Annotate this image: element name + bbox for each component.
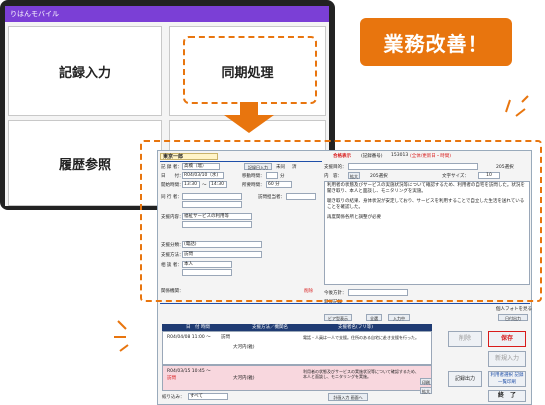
view-toggle-button[interactable]: ビア型表示 bbox=[324, 314, 352, 321]
user-select-print-button[interactable]: 利用者選択 記録一覧印刷 bbox=[488, 371, 526, 387]
section-divider bbox=[160, 303, 530, 304]
history-tile[interactable]: 履歴参照 bbox=[8, 120, 162, 206]
record-output-button[interactable]: 記録出力 bbox=[448, 371, 482, 387]
table-row[interactable]: R04/03/15 10:45 ～ 訪問 大河内(雅) 利用者の状態及びサービス… bbox=[162, 365, 432, 391]
form-highlight-dashed bbox=[140, 140, 542, 302]
table-row[interactable]: R04/04/08 11:00 ～ 訪問 大河内(雅) 電話・人員は一人で支援。… bbox=[162, 331, 432, 365]
new-input-button[interactable]: 新規入力 bbox=[488, 351, 526, 367]
emphasis-ticks-top bbox=[505, 95, 529, 117]
col-person: 支援者名(フリ等) bbox=[338, 325, 374, 330]
down-arrow-icon bbox=[224, 115, 274, 133]
row-method: 訪問 bbox=[221, 335, 230, 340]
print-button[interactable]: 印刷 bbox=[420, 378, 432, 385]
row-date: R04/04/08 11:00 ～ bbox=[167, 335, 211, 340]
col-method: 支援方法／機関名 bbox=[252, 325, 288, 330]
record-input-tile[interactable]: 記録入力 bbox=[8, 26, 162, 116]
row-date: R04/03/15 10:45 ～ bbox=[167, 369, 211, 374]
sync-highlight-dashed bbox=[183, 36, 317, 104]
row-note: 利用者の状態及びサービスの実施状況等について確認するため、本人と面談し、モニタリ… bbox=[303, 369, 419, 379]
filter-select[interactable]: すべて bbox=[188, 393, 228, 400]
finish-button[interactable]: 終 了 bbox=[488, 390, 526, 402]
photo-link[interactable]: 個人フォトを見る bbox=[496, 306, 532, 312]
filter-label: 絞り込み： bbox=[162, 395, 185, 400]
row-person: 大河内(雅) bbox=[233, 376, 255, 381]
emphasis-ticks-bottom bbox=[114, 320, 129, 352]
history-table-header: 日 付 時間 支援方法／機関名 支援者名(フリ等) bbox=[162, 324, 432, 331]
in-progress-button[interactable]: 入力中 bbox=[388, 314, 410, 321]
improvement-banner: 業務改善！ bbox=[360, 18, 512, 66]
row-note: 電話・人員は一人で支援。住所のある自宅に赴き支援を行った。 bbox=[303, 335, 419, 340]
select-all-button[interactable]: 全選 bbox=[366, 314, 382, 321]
enlarge-button[interactable]: 拡大 bbox=[420, 387, 432, 394]
row-method: 訪問 bbox=[167, 376, 176, 381]
delete-button[interactable]: 削除 bbox=[448, 331, 482, 347]
row-person: 大河内(雅) bbox=[233, 345, 255, 350]
date-output-button[interactable]: 日付出力 bbox=[498, 314, 528, 321]
plan-input-button[interactable]: 計画入力 画面へ bbox=[328, 393, 368, 401]
col-date: 日 付 時間 bbox=[186, 325, 210, 330]
down-arrow-shaft bbox=[240, 102, 258, 116]
tablet-app-title: りはんモバイル bbox=[5, 6, 329, 22]
save-button[interactable]: 保存 bbox=[488, 331, 526, 347]
